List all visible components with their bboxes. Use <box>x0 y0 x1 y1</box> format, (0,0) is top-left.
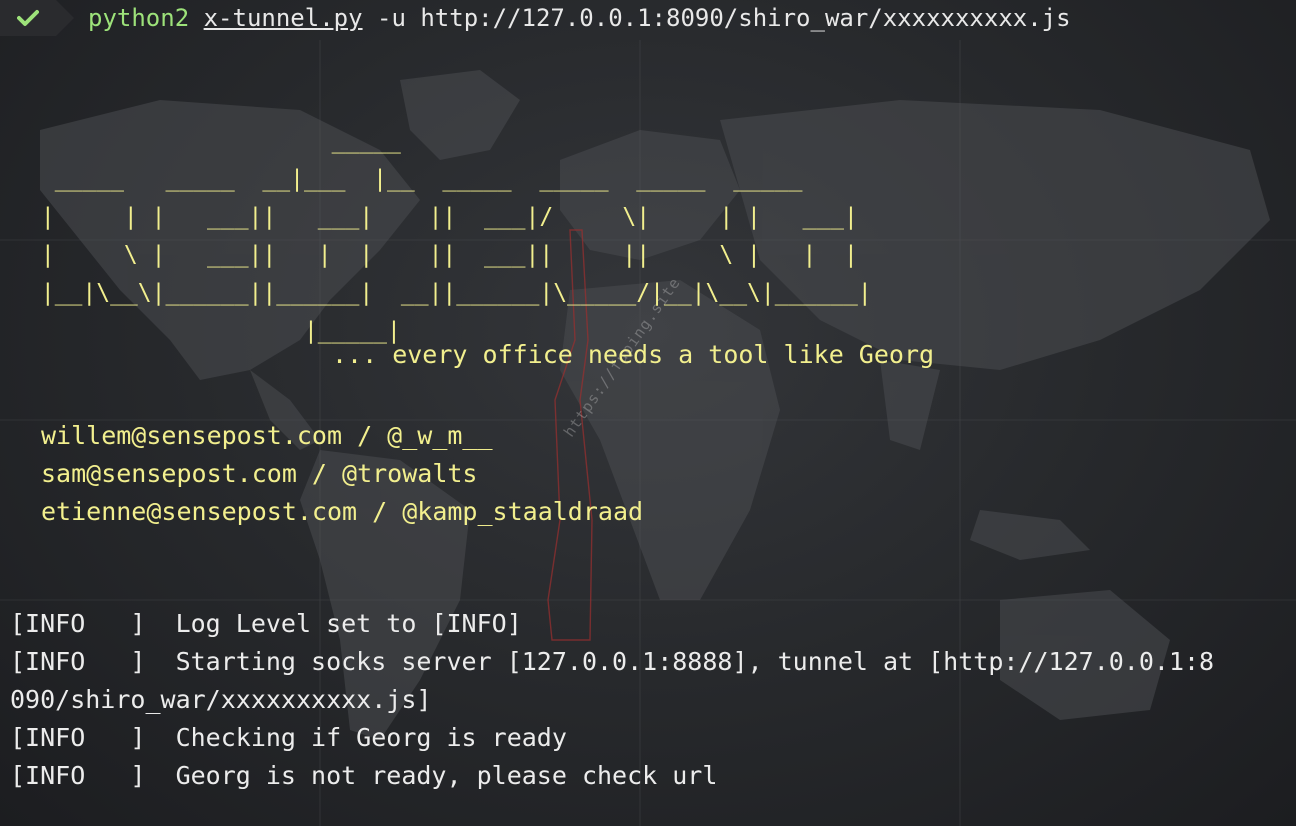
log-output: [INFO ] Log Level set to [INFO] [INFO ] … <box>10 605 1296 795</box>
command-program: python2 <box>88 4 190 32</box>
author-contacts: willem@sensepost.com / @_w_m__ sam@sense… <box>41 417 643 531</box>
log-line: [INFO ] Starting socks server [127.0.0.1… <box>10 647 1215 676</box>
prompt-bar: python2 x-tunnel.py -u http://127.0.0.1:… <box>0 0 1296 36</box>
banner-tagline: ... every office needs a tool like Georg <box>332 340 935 369</box>
log-line: 090/shiro_war/xxxxxxxxxx.js] <box>10 685 432 714</box>
status-segment <box>0 0 74 36</box>
log-line: [INFO ] Georg is not ready, please check… <box>10 761 718 790</box>
contact-line: etienne@sensepost.com / @kamp_staaldraad <box>41 497 644 526</box>
terminal-window[interactable]: https://fuping.site python2 x-tunnel.py … <box>0 0 1296 826</box>
command-script: x-tunnel.py <box>203 4 363 32</box>
contact-line: sam@sensepost.com / @trowalts <box>41 459 478 488</box>
command-line[interactable]: python2 x-tunnel.py -u http://127.0.0.1:… <box>88 4 1071 32</box>
contact-line: willem@sensepost.com / @_w_m__ <box>41 421 493 450</box>
log-line: [INFO ] Checking if Georg is ready <box>10 723 567 752</box>
command-args: -u http://127.0.0.1:8090/shiro_war/xxxxx… <box>362 4 1071 32</box>
check-icon <box>17 10 39 26</box>
log-line: [INFO ] Log Level set to [INFO] <box>10 609 522 638</box>
ascii-banner: _____ _____ _____ __|___ |__ _____ _____… <box>40 128 872 344</box>
